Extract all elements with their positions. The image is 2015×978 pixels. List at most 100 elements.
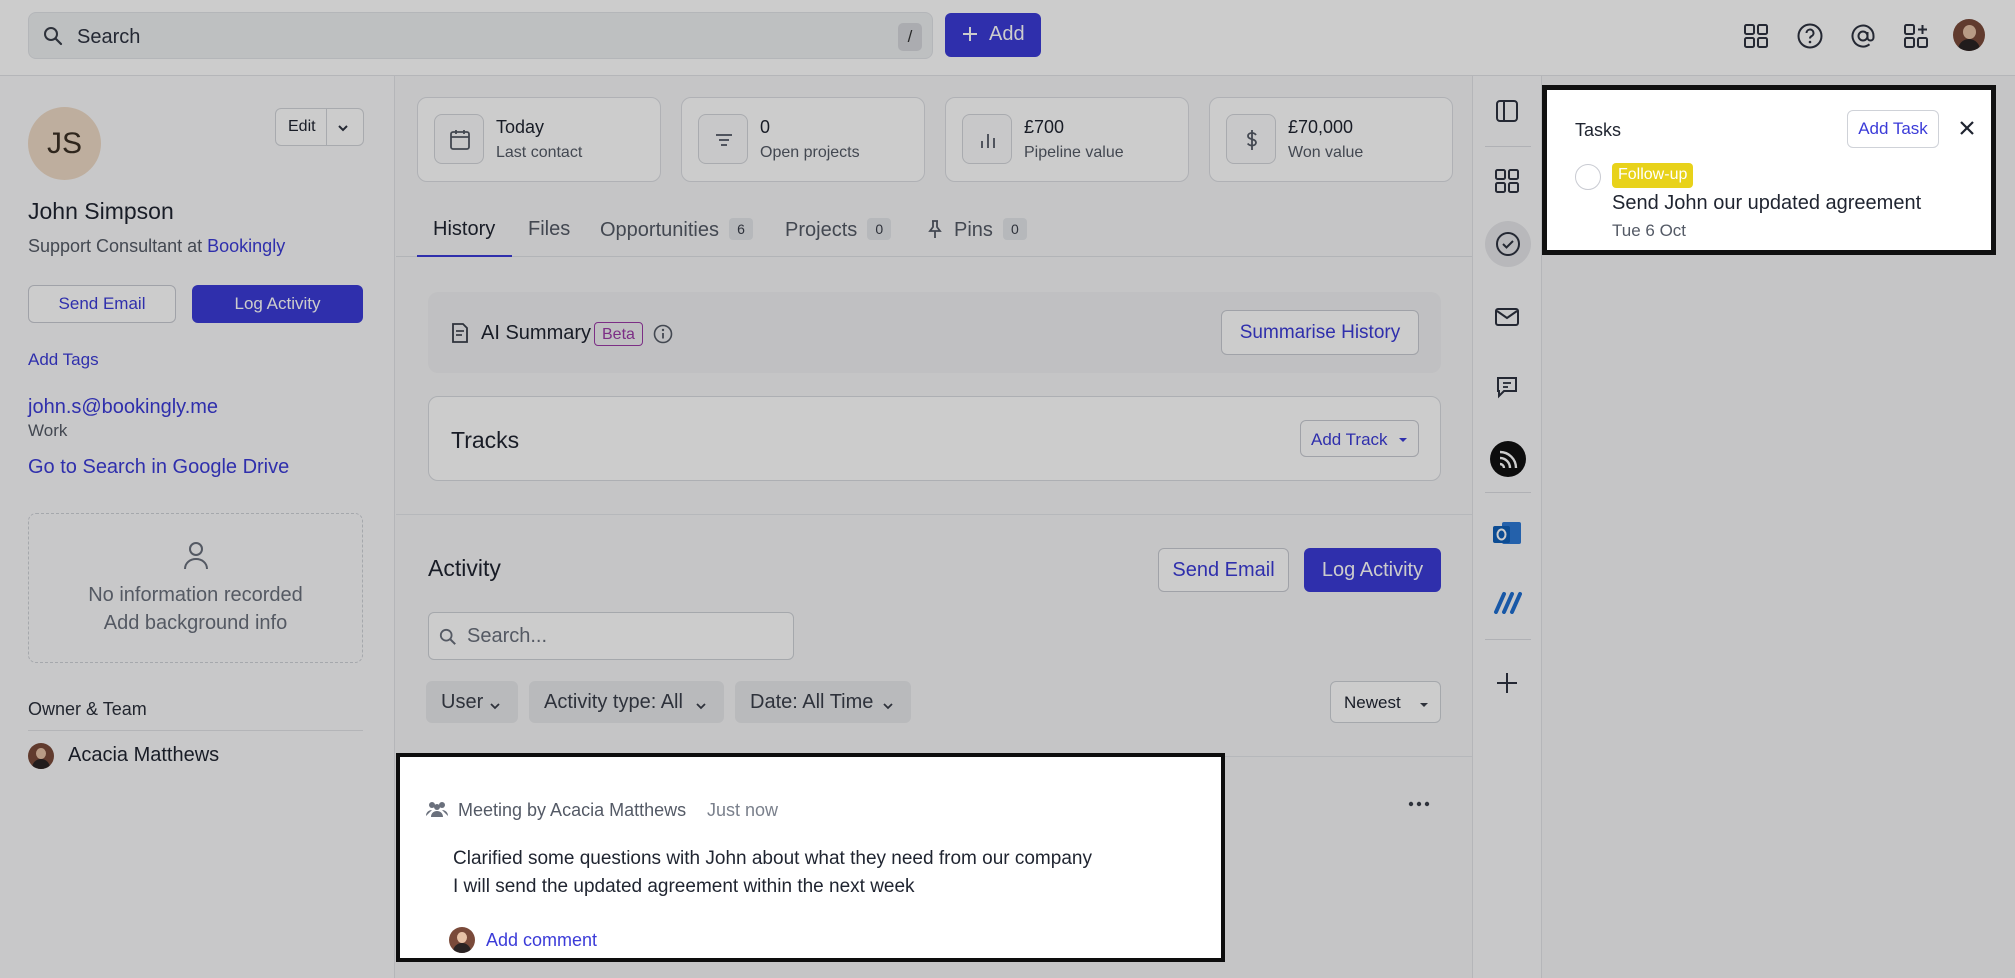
stat-label: Last contact — [496, 144, 583, 161]
contact-email-link[interactable]: john.s@bookingly.me — [28, 396, 218, 419]
contact-name: John Simpson — [28, 198, 174, 224]
tab-projects[interactable]: Projects 0 — [785, 198, 892, 257]
stat-last-contact: Today Last contact — [417, 97, 661, 182]
caret-down-icon — [1397, 433, 1409, 451]
add-plus-icon[interactable] — [1494, 670, 1520, 696]
activity-feed-item: Meeting by Acacia Matthews Just now Clar… — [396, 753, 1225, 962]
google-drive-link[interactable]: Go to Search in Google Drive — [28, 456, 289, 479]
stat-won-value: £70,000 Won value — [1209, 97, 1453, 182]
bar-chart-icon — [976, 128, 1000, 152]
check-circle-icon — [1494, 230, 1522, 258]
filter-date[interactable]: Date: All Time — [735, 681, 911, 723]
log-activity-button[interactable]: Log Activity — [192, 285, 363, 323]
add-button[interactable]: Add — [945, 13, 1041, 57]
sort-newest-select[interactable]: Newest — [1330, 681, 1441, 723]
filter-activity-type[interactable]: Activity type: All — [529, 681, 724, 723]
stat-label: Open projects — [760, 144, 860, 161]
close-icon[interactable] — [1958, 119, 1976, 137]
tab-count: 6 — [728, 218, 753, 240]
overview-grid-icon[interactable] — [1494, 168, 1520, 194]
search-placeholder: Search — [77, 26, 141, 48]
summarise-history-button[interactable]: Summarise History — [1221, 310, 1419, 355]
owner-name[interactable]: Acacia Matthews — [68, 744, 219, 767]
list-icon — [712, 128, 736, 152]
edit-button-group: Edit — [275, 108, 364, 146]
ai-summary-panel: AI Summary Beta Summarise History — [428, 292, 1441, 373]
activity-time: Just now — [707, 800, 779, 820]
contact-role-text: Support Consultant at — [28, 236, 203, 256]
chevron-down-icon — [881, 696, 895, 719]
search-shortcut: / — [898, 23, 922, 51]
send-email-button[interactable]: Send Email — [28, 285, 176, 323]
contact-avatar: JS — [28, 107, 101, 180]
add-task-button[interactable]: Add Task — [1847, 110, 1939, 148]
info-icon[interactable] — [652, 323, 674, 345]
ai-summary-title: AI Summary — [481, 322, 592, 344]
background-info-box[interactable]: No information recorded Add background i… — [28, 513, 363, 663]
tab-opportunities[interactable]: Opportunities 6 — [600, 198, 753, 257]
filter-user[interactable]: User — [426, 681, 518, 723]
commenter-avatar — [449, 927, 475, 953]
company-link[interactable]: Bookingly — [207, 236, 285, 256]
meeting-icon — [426, 801, 448, 817]
stat-value: £70,000 — [1288, 117, 1354, 137]
apps-grid-icon[interactable] — [1743, 23, 1769, 49]
stat-value: Today — [496, 117, 545, 137]
integrations-icon[interactable] — [1903, 23, 1929, 49]
contact-role: Support Consultant at Bookingly — [28, 236, 285, 257]
add-tags-link[interactable]: Add Tags — [28, 350, 99, 370]
tab-count: 0 — [1002, 218, 1027, 240]
right-rail — [1472, 76, 1542, 978]
mail-icon[interactable] — [1494, 306, 1520, 328]
integration-logo-icon[interactable] — [1492, 590, 1522, 614]
task-complete-checkbox[interactable] — [1575, 164, 1601, 190]
user-avatar[interactable] — [1953, 19, 1985, 51]
add-track-button[interactable]: Add Track — [1300, 420, 1419, 457]
caret-down-icon — [1418, 696, 1430, 716]
add-comment-link[interactable]: Add comment — [486, 930, 597, 951]
tab-history[interactable]: History — [417, 198, 512, 257]
stat-label: Won value — [1288, 144, 1364, 161]
edit-button[interactable]: Edit — [288, 118, 316, 136]
activity-send-email-button[interactable]: Send Email — [1158, 548, 1289, 592]
contact-sidebar: JS Edit John Simpson Support Consultant … — [0, 76, 395, 978]
stat-open-projects: 0 Open projects — [681, 97, 925, 182]
feed-integration-icon[interactable] — [1490, 441, 1526, 477]
chevron-down-icon[interactable] — [336, 121, 350, 135]
global-search-input[interactable]: Search / — [28, 12, 933, 59]
add-background-text: Add background info — [103, 612, 288, 634]
beta-badge: Beta — [594, 322, 643, 346]
top-bar: Search / Add — [0, 0, 2015, 76]
outlook-icon[interactable] — [1491, 518, 1523, 550]
chat-icon[interactable] — [1494, 374, 1520, 400]
tab-count: 0 — [867, 218, 892, 240]
activity-meta: Meeting by Acacia Matthews — [458, 800, 687, 820]
task-title[interactable]: Send John our updated agreement — [1612, 192, 1921, 215]
activity-log-activity-button[interactable]: Log Activity — [1304, 548, 1441, 592]
person-icon — [183, 540, 209, 570]
email-type-label: Work — [28, 421, 68, 440]
no-info-text: No information recorded — [88, 584, 303, 606]
plus-icon — [961, 25, 979, 43]
pin-icon — [926, 219, 944, 239]
task-due-date: Tue 6 Oct — [1612, 221, 1687, 240]
tab-files[interactable]: Files — [528, 198, 570, 257]
task-tag: Follow-up — [1612, 163, 1694, 188]
tracks-title: Tracks — [451, 427, 520, 453]
owner-team-heading: Owner & Team — [28, 699, 147, 719]
activity-note-line-1: Clarified some questions with John about… — [453, 848, 1092, 869]
tracks-panel: Tracks Add Track — [428, 396, 1441, 481]
more-options-icon[interactable] — [1408, 800, 1430, 808]
panel-toggle-icon[interactable] — [1494, 98, 1520, 124]
chevron-down-icon — [488, 696, 502, 719]
tasks-card: Tasks Add Task Follow-up Send John our u… — [1542, 85, 1996, 255]
help-icon[interactable] — [1796, 22, 1824, 50]
tasks-title: Tasks — [1575, 120, 1622, 140]
calendar-icon — [448, 128, 472, 152]
mentions-icon[interactable] — [1849, 22, 1877, 50]
activity-search-input[interactable]: Search... — [428, 612, 794, 660]
tasks-rail-button[interactable] — [1485, 221, 1531, 267]
tab-pins[interactable]: Pins 0 — [926, 198, 1027, 257]
activity-title: Activity — [428, 555, 501, 581]
ai-summary-icon — [450, 322, 470, 344]
